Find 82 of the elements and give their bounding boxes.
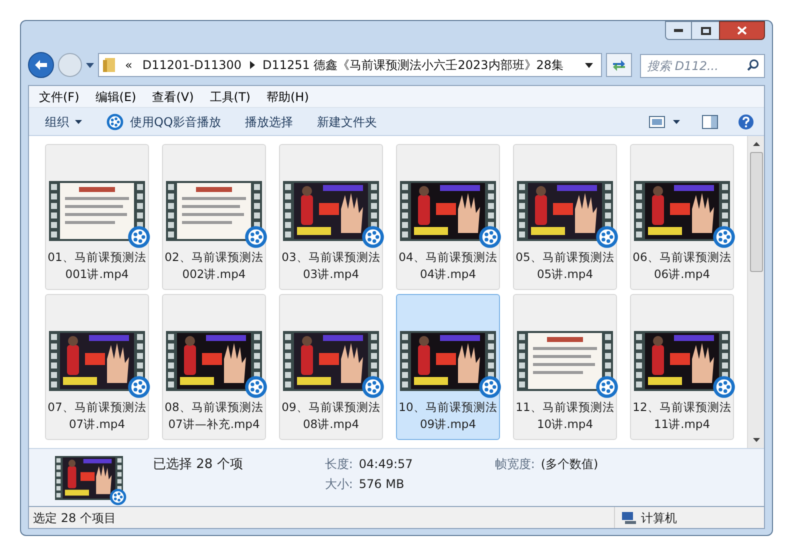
menu-item[interactable]: 工具(T) — [204, 88, 256, 106]
player-badge-icon — [478, 375, 502, 399]
file-tile[interactable]: 10、马前课预测法09讲.mp4 — [396, 294, 500, 440]
toolbar-button[interactable]: 新建文件夹 — [304, 110, 389, 134]
player-badge-icon — [127, 225, 151, 249]
file-tile[interactable]: 07、马前课预测法07讲.mp4 — [45, 294, 149, 440]
player-badge-icon — [244, 225, 268, 249]
player-badge-icon — [361, 225, 385, 249]
property-label: 大小: — [324, 476, 353, 493]
property-value: 576 MB — [358, 476, 406, 493]
search-icon — [747, 59, 759, 71]
dropdown-arrow-icon[interactable] — [673, 120, 680, 124]
history-dropdown-icon[interactable] — [585, 62, 593, 68]
menu-item[interactable]: 帮助(H) — [260, 88, 315, 106]
dropdown-arrow-icon[interactable] — [86, 62, 94, 68]
status-text: 选定 28 个项目 — [33, 510, 116, 526]
file-tile[interactable]: 06、马前课预测法06讲.mp4 — [630, 144, 734, 290]
back-arrow-icon — [34, 59, 48, 71]
computer-icon — [621, 510, 637, 524]
file-name: 09、马前课预测法08讲.mp4 — [281, 399, 381, 433]
breadcrumb[interactable]: D11201-D11300 — [142, 56, 242, 74]
player-badge-icon — [595, 225, 619, 249]
file-name: 11、马前课预测法10讲.mp4 — [515, 399, 615, 433]
menu-item[interactable]: 文件(F) — [33, 88, 86, 106]
toolbar-button[interactable]: 组织 — [33, 110, 94, 134]
file-name: 01、马前课预测法001讲.mp4 — [47, 249, 147, 283]
player-badge-icon — [361, 375, 385, 399]
menu-item[interactable]: 编辑(E) — [89, 88, 142, 106]
view-options-icon[interactable] — [649, 116, 665, 128]
player-badge-icon — [244, 375, 268, 399]
file-name: 03、马前课预测法03讲.mp4 — [281, 249, 381, 283]
scroll-up-icon[interactable] — [752, 142, 760, 146]
refresh-arrows-icon — [612, 59, 626, 71]
file-name: 02、马前课预测法002讲.mp4 — [164, 249, 264, 283]
player-badge-icon — [127, 375, 151, 399]
file-name: 06、马前课预测法06讲.mp4 — [632, 249, 732, 283]
file-name: 10、马前课预测法09讲.mp4 — [398, 399, 498, 433]
file-name: 07、马前课预测法07讲.mp4 — [47, 399, 147, 433]
preview-pane-icon[interactable] — [702, 114, 718, 128]
location-text: 计算机 — [641, 510, 677, 526]
file-tile[interactable]: 05、马前课预测法05讲.mp4 — [513, 144, 617, 290]
player-badge-icon — [478, 225, 502, 249]
property-label: 帧宽度: — [494, 456, 535, 473]
search-field[interactable]: 搜索 D112... — [640, 54, 765, 78]
file-tile[interactable]: 12、马前课预测法11讲.mp4 — [630, 294, 734, 440]
file-tile[interactable]: 04、马前课预测法04讲.mp4 — [396, 144, 500, 290]
overflow-chevron[interactable]: « — [125, 56, 132, 74]
file-tile[interactable]: 02、马前课预测法002讲.mp4 — [162, 144, 266, 290]
file-tile[interactable]: 09、马前课预测法08讲.mp4 — [279, 294, 383, 440]
menu-item[interactable]: 查看(V) — [146, 88, 200, 106]
minimize-button[interactable] — [665, 21, 692, 40]
folder-icon — [103, 57, 117, 73]
film-reel-icon — [106, 112, 124, 130]
back-button[interactable] — [28, 52, 54, 78]
address-bar[interactable]: « D11201-D11300 D11251 德鑫《马前课预测法小六壬2023内部班》28集 — [98, 53, 602, 77]
player-badge-icon — [712, 375, 736, 399]
breadcrumb[interactable]: D11251 德鑫《马前课预测法小六壬2023内部班》28集 — [262, 56, 564, 74]
maximize-button[interactable] — [692, 21, 719, 40]
refresh-button[interactable] — [606, 53, 632, 77]
file-tile[interactable]: 03、马前课预测法03讲.mp4 — [279, 144, 383, 290]
file-tile[interactable]: 08、马前课预测法07讲—补充.mp4 — [162, 294, 266, 440]
selection-summary: 已选择 28 个项 — [153, 456, 243, 474]
property-value: 04:49:57 — [358, 456, 414, 473]
close-button[interactable] — [719, 21, 765, 40]
property-value: (多个数值) — [540, 456, 598, 473]
file-name: 08、马前课预测法07讲—补充.mp4 — [164, 399, 264, 433]
file-name: 12、马前课预测法11讲.mp4 — [632, 399, 732, 433]
file-tile[interactable]: 11、马前课预测法10讲.mp4 — [513, 294, 617, 440]
scroll-down-icon[interactable] — [752, 438, 760, 442]
toolbar-button[interactable]: 使用QQ影音播放 — [94, 110, 233, 134]
toolbar-button[interactable]: 播放选择 — [232, 110, 305, 134]
help-icon[interactable] — [738, 114, 754, 130]
property-label: 长度: — [324, 456, 353, 473]
dropdown-arrow-icon — [75, 120, 82, 124]
close-icon — [737, 26, 747, 35]
player-badge-icon — [595, 375, 619, 399]
file-name: 04、马前课预测法04讲.mp4 — [398, 249, 498, 283]
file-name: 05、马前课预测法05讲.mp4 — [515, 249, 615, 283]
scrollbar[interactable] — [747, 136, 764, 448]
breadcrumb-arrow-icon[interactable] — [250, 61, 255, 69]
file-tile[interactable]: 01、马前课预测法001讲.mp4 — [45, 144, 149, 290]
player-badge-icon — [712, 225, 736, 249]
